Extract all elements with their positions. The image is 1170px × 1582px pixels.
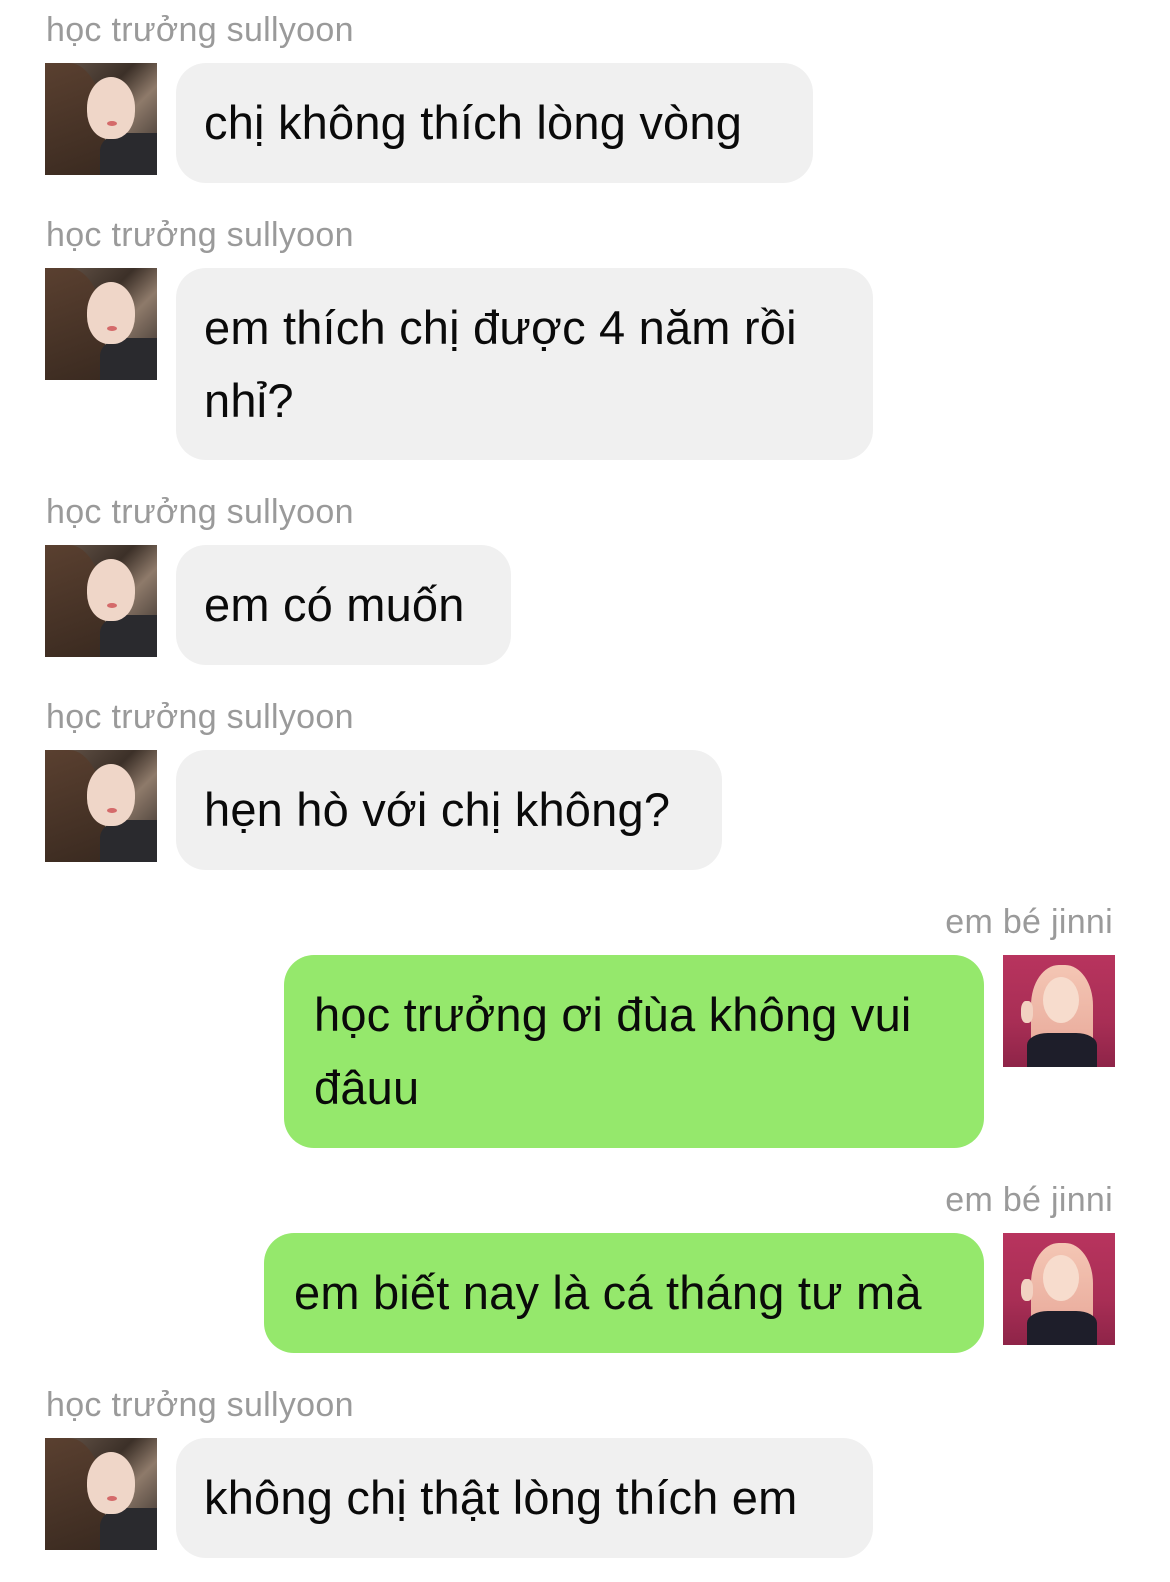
message-bubble[interactable]: em biết nay là cá tháng tư mà — [264, 1233, 984, 1353]
sender-name: em bé jinni — [945, 1181, 1113, 1219]
message-text: em thích chị được 4 năm rồi nhỉ? — [204, 301, 797, 427]
message-bubble[interactable]: hẹn hò với chị không? — [176, 750, 722, 870]
sender-name: học trưởng sullyoon — [46, 216, 354, 254]
sender-name: học trưởng sullyoon — [46, 493, 354, 531]
message-bubble[interactable]: chị không thích lòng vòng — [176, 63, 813, 183]
sender-avatar[interactable] — [45, 63, 157, 175]
sender-name: học trưởng sullyoon — [46, 698, 354, 736]
chat-message: học trưởng sullyoon chị không thích lòng… — [0, 10, 1170, 190]
sender-avatar[interactable] — [45, 545, 157, 657]
sender-name: học trưởng sullyoon — [46, 1386, 354, 1424]
sender-name: học trưởng sullyoon — [46, 11, 354, 49]
chat-message: học trưởng sullyoon không chị thật lòng … — [0, 1385, 1170, 1575]
message-text: hẹn hò với chị không? — [204, 783, 671, 836]
sender-avatar[interactable] — [45, 1438, 157, 1550]
chat-message: em bé jinni em biết nay là cá tháng tư m… — [0, 1180, 1170, 1360]
chat-message: học trưởng sullyoon em có muốn — [0, 492, 1170, 672]
message-text: em có muốn — [204, 578, 465, 631]
message-text: em biết nay là cá tháng tư mà — [294, 1266, 922, 1319]
sender-avatar[interactable] — [1003, 955, 1115, 1067]
sender-name: em bé jinni — [945, 903, 1113, 941]
chat-thread: học trưởng sullyoon chị không thích lòng… — [0, 0, 1170, 1582]
message-text: chị không thích lòng vòng — [204, 96, 743, 149]
chat-message: học trưởng sullyoon hẹn hò với chị không… — [0, 697, 1170, 877]
sender-avatar[interactable] — [1003, 1233, 1115, 1345]
message-bubble[interactable]: không chị thật lòng thích em — [176, 1438, 873, 1558]
message-bubble[interactable]: em có muốn — [176, 545, 511, 665]
message-bubble[interactable]: học trưởng ơi đùa không vui đâuu — [284, 955, 984, 1148]
sender-avatar[interactable] — [45, 268, 157, 380]
chat-message: học trưởng sullyoon em thích chị được 4 … — [0, 215, 1170, 465]
message-text: học trưởng ơi đùa không vui đâuu — [314, 988, 912, 1114]
message-bubble[interactable]: em thích chị được 4 năm rồi nhỉ? — [176, 268, 873, 460]
message-text: không chị thật lòng thích em — [204, 1471, 798, 1524]
chat-message: em bé jinni học trưởng ơi đùa không vui … — [0, 902, 1170, 1152]
sender-avatar[interactable] — [45, 750, 157, 862]
